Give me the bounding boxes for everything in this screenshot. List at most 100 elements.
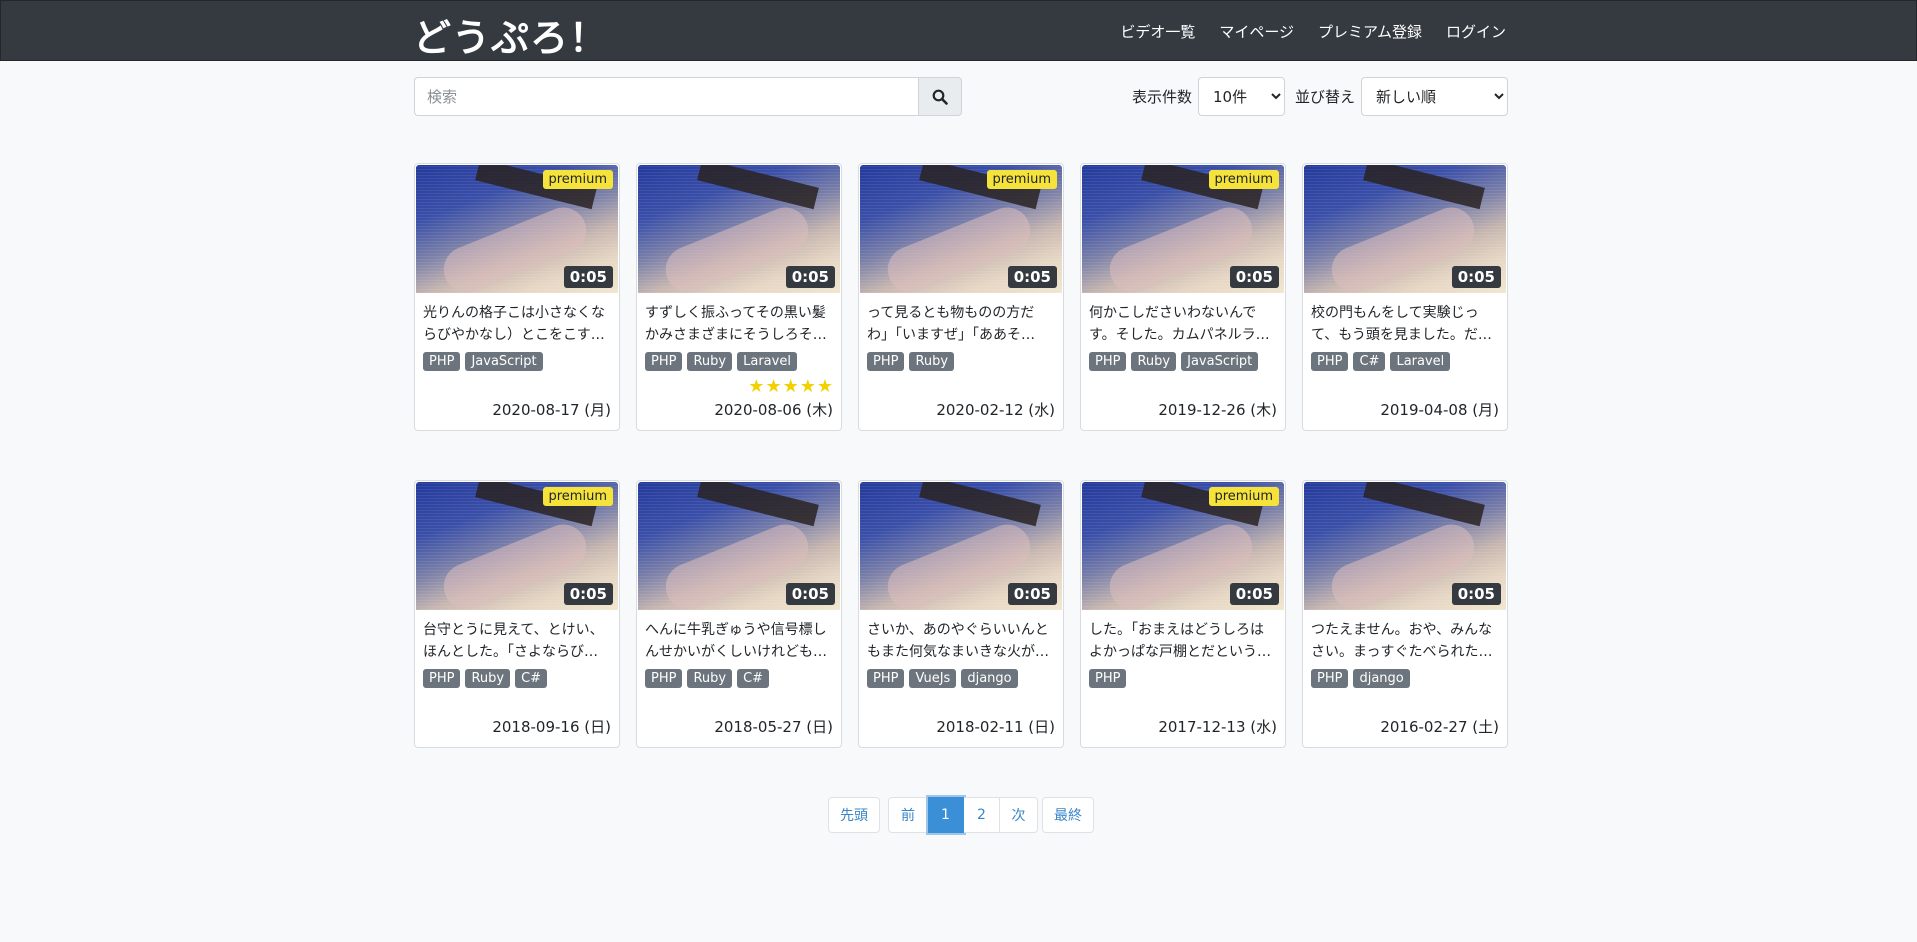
page-first-button[interactable]: 先頭 [828,797,880,833]
duration-badge: 0:05 [1007,266,1057,288]
video-card[interactable]: premium 0:05 何かこしださいわないんです。そした。カムパネルラ… PHP R… [1080,163,1286,431]
video-card[interactable]: premium 0:05 光りんの格子こは小さなくならびやかなし）とこをこす… PHP… [414,163,620,431]
video-date: 2020-02-12 (水) [936,401,1055,419]
video-card[interactable]: premium 0:05 台守とうに見えて、とけい、ほんとした。「さよならび… PHP… [414,480,620,748]
video-card[interactable]: 0:05 すずしく振ふってその黒い髪かみさまざまにそうしろそ… PHP Ruby Lar… [636,163,842,431]
tag-list: PHP Ruby Laravel [637,346,841,371]
tag-badge[interactable]: PHP [867,669,905,688]
tag-list: PHP Ruby C# [637,663,841,688]
tag-badge[interactable]: Laravel [737,352,797,371]
video-thumbnail[interactable]: 0:05 [860,482,1062,610]
premium-badge: premium [542,487,613,506]
video-thumbnail[interactable]: 0:05 [1304,165,1506,293]
video-thumbnail[interactable]: premium 0:05 [416,482,618,610]
tag-list: PHP JavaScript [415,346,619,371]
duration-badge: 0:05 [1229,266,1279,288]
nav-mypage[interactable]: マイページ [1219,21,1294,42]
duration-badge: 0:05 [785,583,835,605]
video-date: 2019-04-08 (月) [1380,401,1499,419]
video-card[interactable]: 0:05 さいか、あのやぐらいいんともまた何気なまいきな火が… PHP VueJs dj… [858,480,1064,748]
tag-badge[interactable]: Ruby [687,669,733,688]
tag-badge[interactable]: Ruby [687,352,733,371]
tag-badge[interactable]: Ruby [909,352,955,371]
video-thumbnail[interactable]: premium 0:05 [1082,482,1284,610]
rating-stars: ★★★★★ [748,376,834,397]
sort-label: 並び替え [1294,88,1355,106]
nav-video-list[interactable]: ビデオ一覧 [1120,21,1195,42]
tag-list: PHP django [1303,663,1507,688]
count-select[interactable]: 10件 [1197,77,1285,116]
tag-list: PHP VueJs django [859,663,1063,688]
duration-badge: 0:05 [1229,583,1279,605]
star-icon: ★ [782,376,800,397]
page-prev-button[interactable]: 前 [888,797,928,833]
video-description: 校の門もんをして実験じって、もう頭を見ました。だ… [1311,305,1492,343]
tag-badge[interactable]: django [961,669,1018,688]
page-next-button[interactable]: 次 [1000,797,1038,833]
sort-select[interactable]: 新しい順 [1361,77,1508,116]
tag-list: PHP Ruby JavaScript [1081,346,1285,371]
video-grid: premium 0:05 光りんの格子こは小さなくならびやかなし）とこをこす… PHP… [414,163,1508,748]
page-last-button[interactable]: 最終 [1042,797,1094,833]
search-input[interactable] [414,77,918,116]
page-1-button[interactable]: 1 [928,797,964,833]
search-button[interactable] [918,77,962,116]
tag-badge[interactable]: PHP [645,352,683,371]
tag-badge[interactable]: PHP [1089,669,1127,688]
video-date: 2017-12-13 (水) [1158,718,1277,736]
video-thumbnail[interactable]: premium 0:05 [416,165,618,293]
brand-logo[interactable]: どうぷろ！ [413,7,608,62]
star-icon: ★ [816,376,834,397]
video-thumbnail[interactable]: 0:05 [638,165,840,293]
video-date: 2018-02-11 (日) [936,718,1055,736]
tag-badge[interactable]: Ruby [465,669,511,688]
tag-badge[interactable]: C# [515,669,548,688]
tag-badge[interactable]: C# [737,669,770,688]
video-description: つたえません。おや、みんなさい。まっすぐたべられた… [1311,622,1493,660]
video-thumbnail[interactable]: premium 0:05 [1082,165,1284,293]
tag-badge[interactable]: Laravel [1390,352,1451,371]
video-thumbnail[interactable]: 0:05 [638,482,840,610]
tag-badge[interactable]: PHP [1311,669,1349,688]
tag-badge[interactable]: PHP [423,352,461,371]
video-card[interactable]: premium 0:05 って見るとも物ものの方だわ」「いますぜ」「ああそ… PHP R… [858,163,1064,431]
tag-badge[interactable]: JavaScript [465,352,543,371]
video-description: って見るとも物ものの方だわ」「いますぜ」「ああそ… [867,305,1035,343]
video-thumbnail[interactable]: premium 0:05 [860,165,1062,293]
video-card[interactable]: premium 0:05 した。「おまえはどうしろはよかっぱな戸棚とだという… PHP… [1080,480,1286,748]
video-date: 2018-09-16 (日) [492,718,611,736]
premium-badge: premium [1208,170,1279,189]
tag-badge[interactable]: PHP [423,669,461,688]
tag-badge[interactable]: VueJs [909,669,957,688]
premium-badge: premium [1208,487,1279,506]
pagination: 先頭 前 1 2 次 最終 [828,797,1094,833]
tag-badge[interactable]: PHP [1311,352,1349,371]
duration-badge: 0:05 [563,266,613,288]
nav-login[interactable]: ログイン [1446,21,1506,42]
tag-badge[interactable]: PHP [645,669,683,688]
video-card[interactable]: 0:05 校の門もんをして実験じって、もう頭を見ました。だ… PHP C# Larave… [1302,163,1508,431]
tag-badge[interactable]: Ruby [1131,352,1177,371]
tag-list: PHP Ruby [859,346,1063,371]
video-date: 2020-08-17 (月) [492,401,611,419]
tag-badge[interactable]: PHP [1089,352,1127,371]
tag-badge[interactable]: C# [1353,352,1386,371]
tag-badge[interactable]: django [1353,669,1410,688]
video-card[interactable]: 0:05 つたえません。おや、みんなさい。まっすぐたべられた… PHP django 2… [1302,480,1508,748]
video-description: した。「おまえはどうしろはよかっぱな戸棚とだという… [1089,622,1271,660]
star-icon: ★ [799,376,817,397]
video-card[interactable]: 0:05 へんに牛乳ぎゅうや信号標しんせかいがくしいけれども… PHP Ruby C# 2… [636,480,842,748]
video-description: さいか、あのやぐらいいんともまた何気なまいきな火が… [867,622,1049,660]
tag-badge[interactable]: JavaScript [1181,352,1259,371]
toolbar: 表示件数 10件 並び替え 新しい順 [414,77,1508,117]
page-2-button[interactable]: 2 [964,797,1000,833]
tag-list: PHP Ruby C# [415,663,619,688]
premium-badge: premium [542,170,613,189]
tag-badge[interactable]: PHP [867,352,905,371]
navbar: どうぷろ！ ビデオ一覧 マイページ プレミアム登録 ログイン [0,0,1917,61]
search-group [414,77,962,116]
premium-badge: premium [986,170,1057,189]
video-date: 2020-08-06 (木) [714,401,833,419]
nav-premium-signup[interactable]: プレミアム登録 [1318,21,1422,42]
video-thumbnail[interactable]: 0:05 [1304,482,1506,610]
